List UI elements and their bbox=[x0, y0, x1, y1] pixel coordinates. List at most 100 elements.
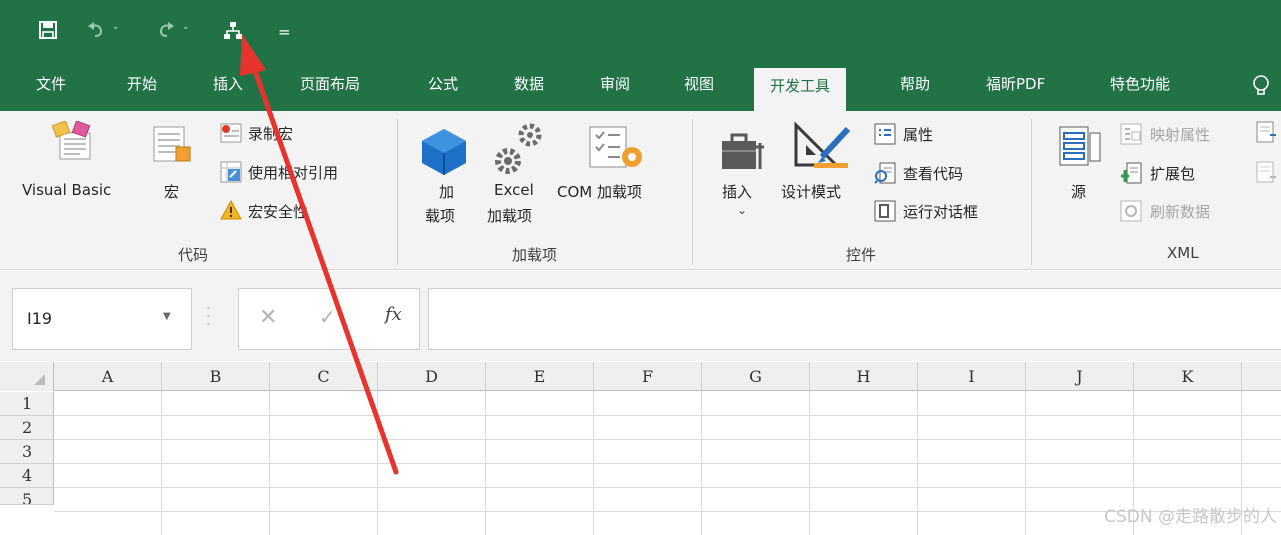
map-properties-icon bbox=[1120, 123, 1142, 149]
addins-button-line1[interactable]: 加 bbox=[439, 181, 454, 202]
undo-icon[interactable] bbox=[86, 20, 106, 47]
gridline bbox=[701, 391, 702, 535]
xml-source-button[interactable]: 源 bbox=[1071, 181, 1086, 202]
gridline bbox=[54, 463, 1281, 464]
excel-addins-gear-icon bbox=[494, 121, 546, 181]
gridline bbox=[54, 511, 1281, 512]
tab-page-layout[interactable]: 页面布局 bbox=[300, 64, 360, 111]
row-header-5[interactable]: 5 bbox=[0, 488, 54, 505]
redo-dropdown-icon[interactable]: ⌄ bbox=[182, 22, 190, 32]
com-addins-button[interactable]: COM 加载项 bbox=[557, 181, 642, 202]
row-header-2[interactable]: 2 bbox=[0, 416, 54, 440]
network-diagram-icon[interactable] bbox=[222, 20, 244, 49]
group-divider bbox=[397, 119, 398, 265]
select-all-button[interactable] bbox=[0, 362, 54, 391]
refresh-data-icon bbox=[1120, 200, 1142, 226]
import-icon[interactable] bbox=[1256, 121, 1278, 147]
tab-view[interactable]: 视图 bbox=[684, 64, 714, 111]
macro-security-button[interactable]: 宏安全性 bbox=[248, 201, 308, 222]
tab-help[interactable]: 帮助 bbox=[900, 64, 930, 111]
insert-controls-button[interactable]: 插入 bbox=[722, 181, 752, 202]
column-header-k[interactable]: K bbox=[1134, 362, 1242, 391]
addins-group-label: 加载项 bbox=[512, 246, 558, 264]
tab-insert[interactable]: 插入 bbox=[213, 64, 243, 111]
addins-button-line2[interactable]: 载项 bbox=[425, 205, 455, 226]
column-header-f[interactable]: F bbox=[594, 362, 702, 391]
gridline bbox=[917, 391, 918, 535]
expansion-packs-icon bbox=[1120, 162, 1142, 188]
tab-review[interactable]: 审阅 bbox=[600, 64, 630, 111]
name-box[interactable]: I19 ▼ bbox=[12, 288, 192, 350]
formula-bar-area: I19 ▼ · · · ✕ ✓ fx bbox=[0, 271, 1281, 361]
properties-button[interactable]: 属性 bbox=[903, 124, 933, 145]
record-macro-icon bbox=[220, 123, 242, 147]
row-header-3[interactable]: 3 bbox=[0, 440, 54, 464]
tab-developer[interactable]: 开发工具 bbox=[754, 68, 847, 111]
name-box-value: I19 bbox=[27, 309, 53, 328]
name-box-dropdown-icon[interactable]: ▼ bbox=[163, 311, 171, 322]
run-dialog-button[interactable]: 运行对话框 bbox=[903, 201, 978, 222]
column-header-h[interactable]: H bbox=[810, 362, 918, 391]
macros-button[interactable]: 宏 bbox=[164, 181, 179, 202]
view-code-icon bbox=[874, 162, 896, 188]
row-header-1[interactable]: 1 bbox=[0, 392, 54, 416]
row-header-4[interactable]: 4 bbox=[0, 464, 54, 488]
column-header-j[interactable]: J bbox=[1026, 362, 1134, 391]
formula-input[interactable] bbox=[428, 288, 1281, 350]
insert-function-button[interactable]: fx bbox=[385, 304, 402, 325]
undo-dropdown-icon[interactable]: ⌄ bbox=[112, 22, 120, 32]
column-header-row: A B C D E F G H I J K bbox=[0, 362, 1281, 391]
design-mode-button[interactable]: 设计模式 bbox=[781, 181, 841, 202]
column-header-g[interactable]: G bbox=[702, 362, 810, 391]
drag-handle-icon[interactable]: · · · bbox=[206, 302, 210, 332]
excel-addins-button-line2[interactable]: 加载项 bbox=[487, 205, 532, 226]
column-header-d[interactable]: D bbox=[378, 362, 486, 391]
cancel-icon[interactable]: ✕ bbox=[259, 305, 277, 330]
visual-basic-button[interactable]: Visual Basic bbox=[22, 181, 111, 199]
quick-access-toolbar: ⌄ ⌄ = bbox=[0, 0, 1281, 64]
worksheet-grid: A B C D E F G H I J K 1 2 3 4 5 bbox=[0, 362, 1281, 535]
tab-data[interactable]: 数据 bbox=[514, 64, 544, 111]
customize-dropdown-icon[interactable]: = bbox=[278, 20, 291, 44]
tab-home[interactable]: 开始 bbox=[127, 64, 157, 111]
gridline bbox=[485, 391, 486, 535]
relative-refs-button[interactable]: 使用相对引用 bbox=[248, 162, 338, 183]
tab-file[interactable]: 文件 bbox=[36, 64, 66, 111]
group-divider bbox=[1031, 119, 1032, 265]
watermark: CSDN @走路散步的人 bbox=[1104, 507, 1277, 527]
save-icon[interactable] bbox=[38, 20, 58, 47]
warning-icon bbox=[220, 199, 242, 224]
record-macro-button[interactable]: 录制宏 bbox=[248, 123, 293, 144]
formula-buttons: ✕ ✓ fx bbox=[238, 288, 420, 350]
insert-controls-dropdown-icon[interactable]: ⌄ bbox=[737, 203, 747, 217]
controls-group-label: 控件 bbox=[846, 246, 877, 264]
gridline bbox=[54, 439, 1281, 440]
view-code-button[interactable]: 查看代码 bbox=[903, 163, 963, 184]
column-header-a[interactable]: A bbox=[54, 362, 162, 391]
column-header-i[interactable]: I bbox=[918, 362, 1026, 391]
excel-addins-button-line1[interactable]: Excel bbox=[494, 181, 534, 199]
design-mode-icon bbox=[792, 121, 854, 175]
column-header-e[interactable]: E bbox=[486, 362, 594, 391]
visual-basic-icon bbox=[51, 120, 96, 167]
gridline bbox=[54, 415, 1281, 416]
redo-icon[interactable] bbox=[156, 20, 176, 47]
gridline bbox=[377, 391, 378, 535]
export-icon[interactable] bbox=[1256, 161, 1278, 187]
enter-icon[interactable]: ✓ bbox=[319, 305, 336, 329]
properties-icon bbox=[874, 123, 896, 149]
lightbulb-icon[interactable] bbox=[1251, 74, 1271, 98]
tab-formulas[interactable]: 公式 bbox=[428, 64, 458, 111]
gridline bbox=[269, 391, 270, 535]
tab-special-features[interactable]: 特色功能 bbox=[1110, 64, 1170, 111]
column-header-c[interactable]: C bbox=[270, 362, 378, 391]
map-properties-button[interactable]: 映射属性 bbox=[1150, 124, 1210, 145]
tab-foxit-pdf[interactable]: 福昕PDF bbox=[986, 64, 1045, 111]
addins-cube-icon bbox=[420, 127, 468, 181]
refresh-data-button[interactable]: 刷新数据 bbox=[1150, 201, 1210, 222]
toolbox-icon bbox=[720, 129, 768, 177]
column-header-b[interactable]: B bbox=[162, 362, 270, 391]
group-divider bbox=[692, 119, 693, 265]
expansion-packs-button[interactable]: 扩展包 bbox=[1150, 163, 1195, 184]
com-addins-icon bbox=[588, 125, 646, 175]
